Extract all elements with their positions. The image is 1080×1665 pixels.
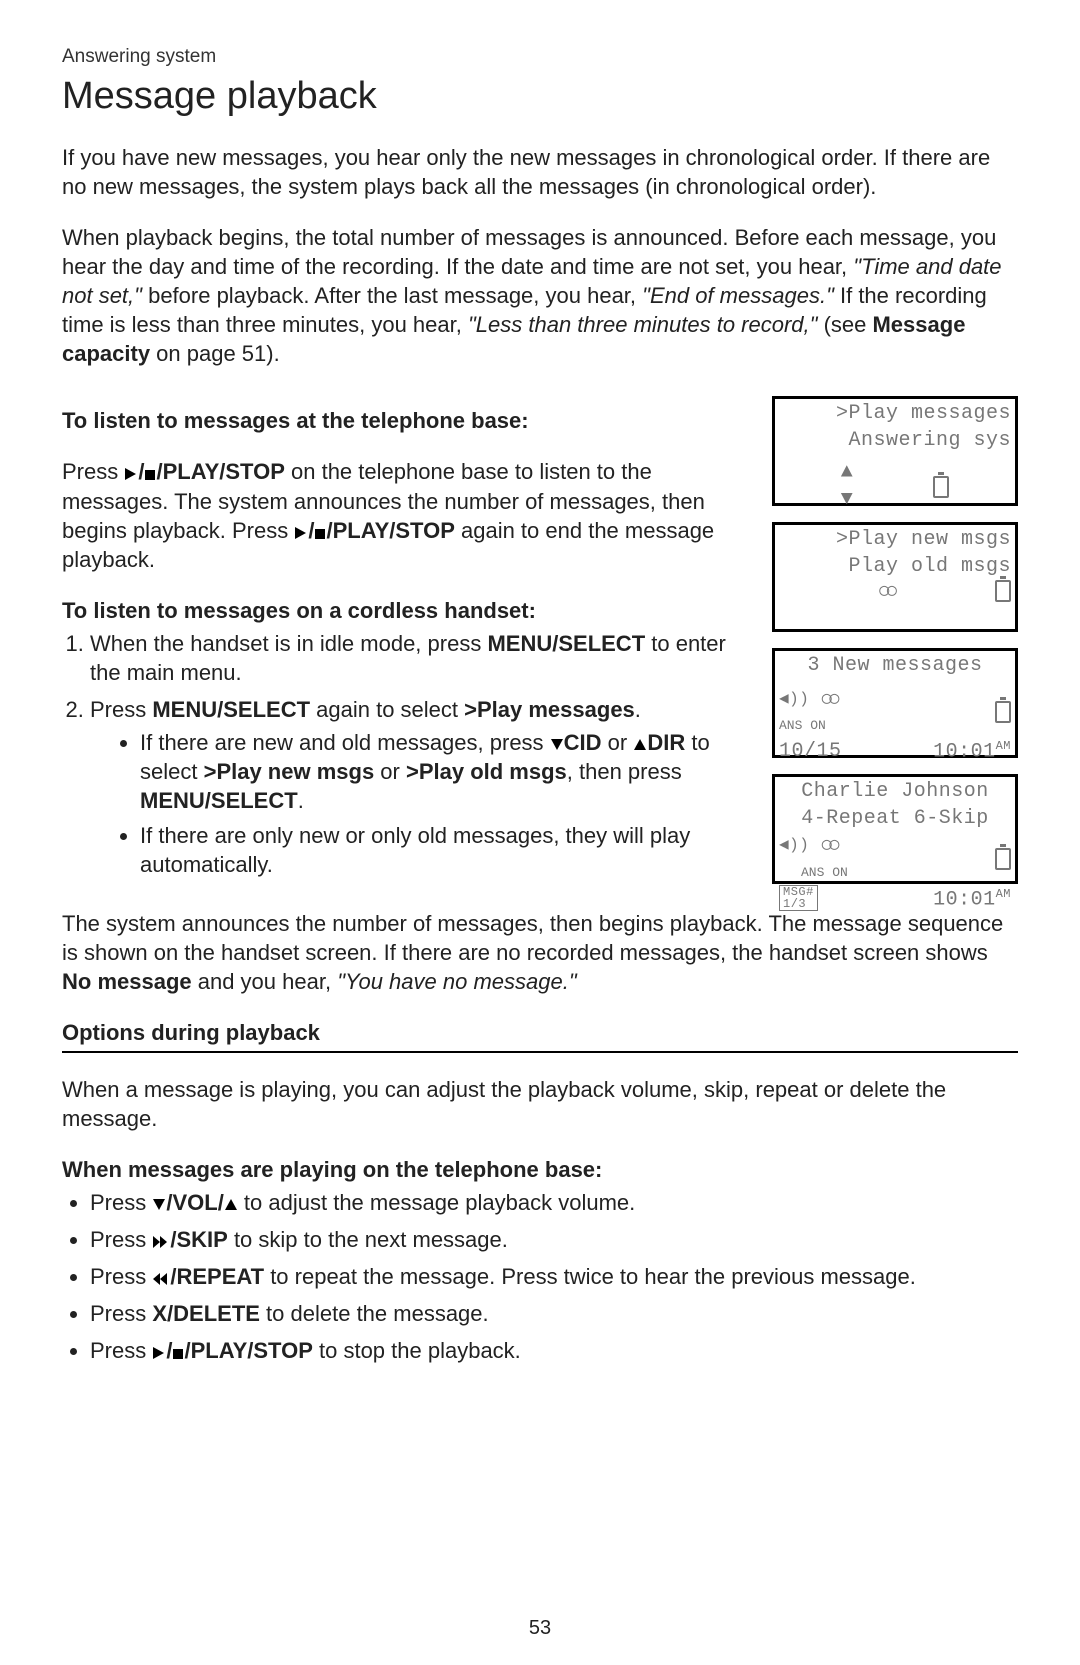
battery-icon [933, 476, 949, 498]
battery-icon [995, 701, 1011, 723]
section-category: Answering system [62, 44, 1018, 69]
after-paragraph: The system announces the number of messa… [62, 909, 1018, 996]
battery-icon [995, 848, 1011, 870]
intro-paragraph: If you have new messages, you hear only … [62, 143, 1018, 201]
page-number: 53 [0, 1615, 1080, 1641]
lcd-new-old: >Play new msgs Play old msgs ◯◯ [772, 522, 1018, 632]
playback-paragraph: When playback begins, the total number o… [62, 223, 1018, 368]
page-title: Message playback [62, 71, 1018, 121]
options-intro: When a message is playing, you can adjus… [62, 1075, 1018, 1133]
options-list: Press /VOL/ to adjust the message playba… [62, 1188, 1018, 1365]
list-item: If there are new and old messages, press… [140, 728, 756, 815]
tape-icon: ◯◯ [879, 581, 894, 602]
speaker-icon: ◀)) [779, 689, 809, 710]
lcd-play-messages: >Play messages Answering sys ▲▼ [772, 396, 1018, 506]
handset-steps: When the handset is in idle mode, press … [62, 629, 756, 879]
lcd-playback: Charlie Johnson 4-Repeat 6-Skip ◀)) ◯◯AN… [772, 774, 1018, 884]
list-item: Press /REPEAT to repeat the message. Pre… [90, 1262, 1018, 1291]
options-heading: Options during playback [62, 1018, 1018, 1047]
list-item: Press MENU/SELECT again to select >Play … [90, 695, 756, 879]
lcd-column: >Play messages Answering sys ▲▼ >Play ne… [772, 396, 1018, 884]
list-item: When the handset is in idle mode, press … [90, 629, 756, 687]
arrows-icon: ▲▼ [841, 460, 854, 513]
base-instruction: Press //PLAY/STOP on the telephone base … [62, 457, 756, 573]
list-item: If there are only new or only old messag… [140, 821, 756, 879]
tape-icon: ◯◯ [822, 835, 837, 856]
lcd-new-messages: 3 New messages ◀)) ◯◯ANS ON 10/1510:01AM [772, 648, 1018, 758]
list-item: Press //PLAY/STOP to stop the playback. [90, 1336, 1018, 1365]
tape-icon: ◯◯ [822, 689, 837, 710]
speaker-icon: ◀)) [779, 835, 809, 856]
options-subheading: When messages are playing on the telepho… [62, 1155, 1018, 1184]
battery-icon [995, 580, 1011, 602]
base-heading: To listen to messages at the telephone b… [62, 406, 756, 435]
list-item: Press /VOL/ to adjust the message playba… [90, 1188, 1018, 1217]
divider [62, 1051, 1018, 1053]
list-item: Press /SKIP to skip to the next message. [90, 1225, 1018, 1254]
list-item: Press X/DELETE to delete the message. [90, 1299, 1018, 1328]
handset-heading: To listen to messages on a cordless hand… [62, 596, 756, 625]
